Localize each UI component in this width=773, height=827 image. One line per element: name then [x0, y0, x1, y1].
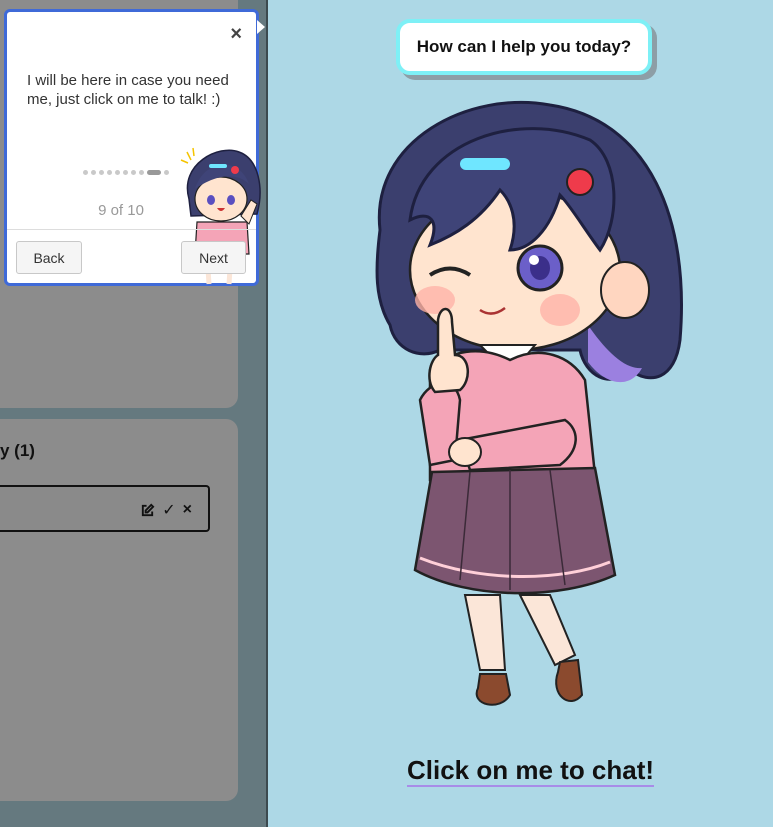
edit-icon[interactable] — [140, 503, 155, 518]
close-button[interactable]: × — [230, 24, 242, 44]
progress-dot — [99, 170, 104, 175]
progress-dots — [83, 170, 169, 175]
check-icon[interactable]: ✓ — [162, 500, 175, 520]
progress-dot — [115, 170, 120, 175]
progress-dot — [83, 170, 88, 175]
progress-dot-active — [147, 170, 161, 175]
progress-dot — [131, 170, 136, 175]
close-icon[interactable]: × — [183, 501, 192, 519]
back-button[interactable]: Back — [16, 241, 82, 274]
popup-message: I will be here in case you need me, just… — [27, 72, 229, 108]
progress-dot — [164, 170, 169, 175]
tour-popup: × I will be here in case you need me, ju… — [4, 9, 265, 286]
content-card: y (1) ✓ × — [0, 419, 238, 801]
speech-bubble: How can I help you today? — [396, 19, 652, 75]
next-button[interactable]: Next — [181, 241, 246, 274]
assistant-character[interactable] — [360, 100, 690, 730]
progress-dot — [91, 170, 96, 175]
progress-dot — [139, 170, 144, 175]
row-actions: ✓ × — [140, 500, 192, 520]
section-heading: y (1) — [0, 441, 35, 460]
list-item[interactable]: ✓ × — [0, 485, 210, 532]
progress-dot — [107, 170, 112, 175]
divider — [7, 229, 256, 230]
step-counter: 9 of 10 — [98, 202, 144, 219]
popup-arrow — [257, 20, 265, 34]
chat-cta-link[interactable]: Click on me to chat! — [407, 755, 655, 787]
progress-dot — [123, 170, 128, 175]
